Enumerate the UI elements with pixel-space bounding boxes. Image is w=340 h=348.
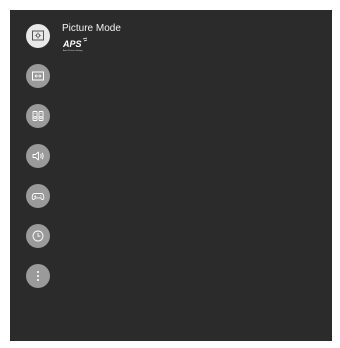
screen-icon bbox=[32, 71, 44, 81]
svg-text:APS: APS bbox=[62, 39, 82, 49]
aps-logo: APS Auto Picture Setting bbox=[62, 37, 88, 52]
speaker-icon bbox=[32, 111, 44, 121]
gamepad-icon bbox=[31, 193, 45, 200]
picture-mode-button[interactable] bbox=[26, 24, 50, 48]
volume-button[interactable] bbox=[26, 144, 50, 168]
svg-text:Auto Picture Setting: Auto Picture Setting bbox=[63, 49, 83, 52]
clock-icon bbox=[32, 230, 44, 242]
screen-button[interactable] bbox=[26, 64, 50, 88]
volume-icon bbox=[32, 151, 44, 161]
picture-mode-label: Picture Mode bbox=[62, 23, 121, 34]
quick-settings-panel: Picture Mode APS Auto Picture Setting bbox=[10, 10, 332, 341]
sound-output-button[interactable] bbox=[26, 104, 50, 128]
sleep-timer-button[interactable] bbox=[26, 224, 50, 248]
game-mode-button[interactable] bbox=[26, 184, 50, 208]
more-options-button[interactable] bbox=[26, 264, 50, 288]
picture-icon bbox=[32, 30, 44, 41]
more-icon bbox=[37, 271, 39, 281]
